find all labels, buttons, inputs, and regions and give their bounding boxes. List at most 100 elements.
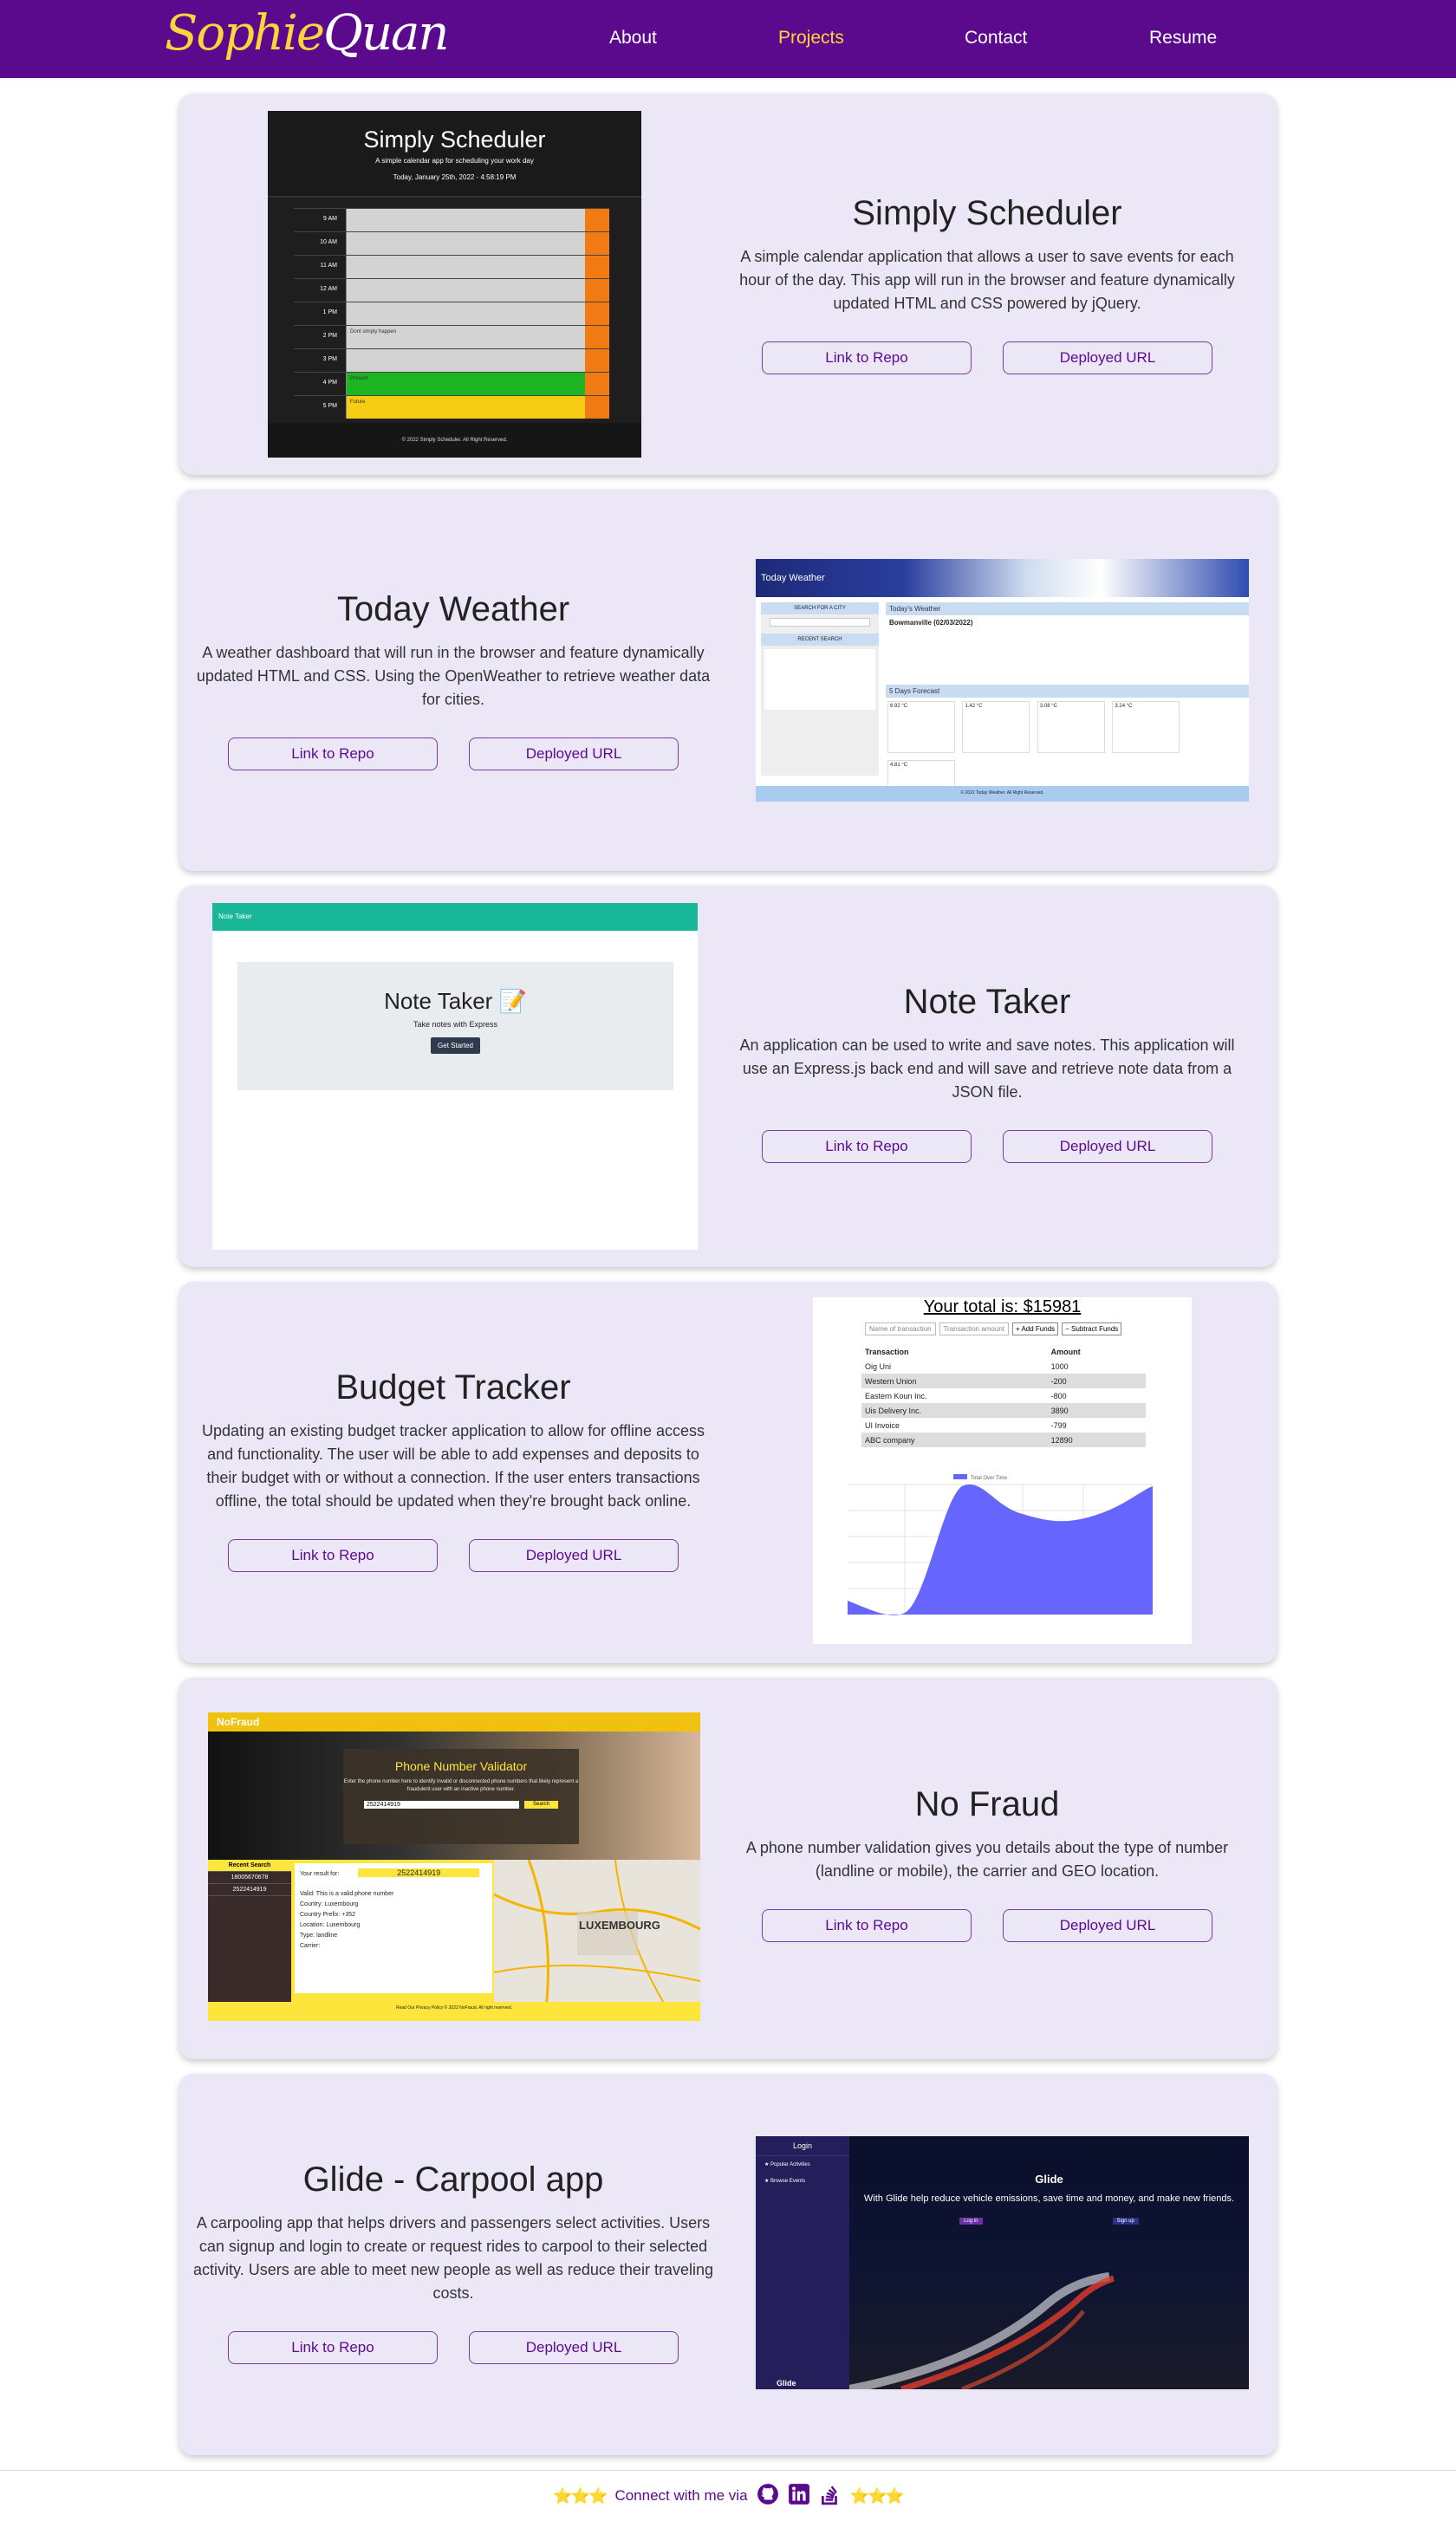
- link-to-repo-button[interactable]: Link to Repo: [228, 737, 438, 770]
- deployed-url-button[interactable]: Deployed URL: [1003, 1130, 1212, 1163]
- forecast-card: 1.42 °C: [962, 701, 1030, 753]
- hour-row: 3 PM: [294, 348, 609, 372]
- forecast-card: 6.92 °C: [887, 701, 955, 753]
- project-title: No Fraud: [914, 1785, 1060, 1823]
- project-screenshot: Your total is: $15981 Name of transactio…: [813, 1297, 1192, 1644]
- forecast-card: 3.08 °C: [1037, 701, 1105, 753]
- save-icon: [585, 326, 609, 348]
- project-description: A simple calendar application that allow…: [739, 248, 1235, 312]
- preview-jumbotron: Note Taker 📝 Take notes with Express Get…: [237, 962, 673, 1090]
- save-icon: [585, 209, 609, 231]
- preview-hero: Glide With Glide help reduce vehicle emi…: [849, 2136, 1249, 2389]
- project-screenshot: Note Taker Note Taker 📝 Take notes with …: [212, 903, 698, 1250]
- project-card-note-taker: Note Taker Note Taker 📝 Take notes with …: [179, 886, 1277, 1267]
- svg-text:LUXEMBOURG: LUXEMBOURG: [579, 1919, 660, 1932]
- preview-brand: NoFraud: [208, 1712, 700, 1732]
- hour-row: 4 PM Present: [294, 372, 609, 395]
- stackoverflow-icon[interactable]: [819, 2483, 842, 2510]
- project-description: A weather dashboard that will run in the…: [196, 644, 711, 708]
- save-icon: [585, 396, 609, 419]
- project-description: An application can be used to write and …: [739, 1036, 1235, 1101]
- chart-area-series: [848, 1484, 1153, 1615]
- project-info: Note Taker An application can be used to…: [727, 983, 1247, 1163]
- preview-modal: Phone Number Validator Enter the phone n…: [343, 1749, 579, 1844]
- preview-footer: Read Our Privacy Policy © 2022 NoFraud. …: [208, 2002, 700, 2021]
- preview-subtitle: A simple calendar app for scheduling you…: [375, 157, 534, 165]
- save-icon: [585, 256, 609, 278]
- hour-row: 11 AM: [294, 255, 609, 278]
- project-card-glide: Glide - Carpool app A carpooling app tha…: [179, 2074, 1277, 2455]
- project-title: Today Weather: [336, 590, 570, 628]
- stars-decoration: ⭐⭐⭐: [849, 2486, 905, 2505]
- site-logo[interactable]: SophieQuan: [165, 5, 449, 62]
- project-title: Simply Scheduler: [852, 194, 1122, 232]
- preview-header: Note Taker: [212, 903, 698, 931]
- preview-main: Today's Weather Bowmanville (02/03/2022)…: [886, 602, 1249, 802]
- top-navbar: SophieQuan About Projects Contact Resume: [0, 0, 1456, 78]
- preview-title: Simply Scheduler: [363, 127, 546, 153]
- project-info: Budget Tracker Updating an existing budg…: [193, 1368, 713, 1572]
- deployed-url-button[interactable]: Deployed URL: [469, 2331, 679, 2364]
- project-description: A phone number validation gives you deta…: [745, 1839, 1229, 1880]
- link-to-repo-button[interactable]: Link to Repo: [762, 1909, 972, 1942]
- star-icon: ★: [764, 2179, 771, 2184]
- save-icon: [585, 373, 609, 395]
- preview-transactions-table: Transaction Amount Oig Uni 1000 Western Un…: [861, 1344, 1146, 1447]
- hour-row: 5 PM Future: [294, 395, 609, 419]
- link-to-repo-button[interactable]: Link to Repo: [228, 2331, 438, 2364]
- nav-link-contact[interactable]: Contact: [965, 28, 1027, 49]
- deployed-url-button[interactable]: Deployed URL: [1003, 341, 1212, 374]
- project-card-budget-tracker: Budget Tracker Updating an existing budg…: [179, 1282, 1277, 1663]
- link-to-repo-button[interactable]: Link to Repo: [762, 1130, 972, 1163]
- github-icon[interactable]: [757, 2483, 779, 2510]
- hour-row: 9 AM: [294, 208, 609, 231]
- hour-row: 10 AM: [294, 231, 609, 255]
- project-card-scheduler: Simply Scheduler A simple calendar app f…: [179, 94, 1277, 475]
- footer-text: Connect with me via: [614, 2487, 748, 2504]
- project-description: A carpooling app that helps drivers and …: [193, 2214, 713, 2302]
- hour-row: 1 PM: [294, 302, 609, 325]
- save-icon: [585, 349, 609, 372]
- link-to-repo-button[interactable]: Link to Repo: [762, 341, 972, 374]
- forecast-card: 3.24 °C: [1112, 701, 1180, 753]
- preview-result: Your result for: 2522414919 Valid: This …: [295, 1863, 492, 1993]
- project-title: Glide - Carpool app: [302, 2160, 604, 2199]
- get-started-button: Get Started: [431, 1037, 480, 1054]
- preview-recent-search: Recent Search 18005670678 2522414919: [208, 1860, 291, 2009]
- hour-row: 12 AM: [294, 278, 609, 302]
- project-info: Today Weather A weather dashboard that w…: [193, 590, 713, 770]
- deployed-url-button[interactable]: Deployed URL: [469, 737, 679, 770]
- project-description: Updating an existing budget tracker appl…: [201, 1422, 705, 1510]
- preview-footer: © 2022 Today Weather. All Right Reserved…: [756, 786, 1249, 802]
- star-icon: ★: [764, 2162, 771, 2167]
- project-card-weather: Today Weather A weather dashboard that w…: [179, 490, 1277, 871]
- project-screenshot: Today Weather SEARCH FOR A CITY RECENT S…: [756, 559, 1249, 802]
- project-screenshot: Simply Scheduler A simple calendar app f…: [268, 111, 641, 458]
- preview-total: Your total is: $15981: [923, 1297, 1082, 1316]
- hour-rows: 9 AM 10 AM 11 AM 12 AM 1 PM 2 PM Dont sim…: [268, 198, 641, 419]
- stars-decoration: ⭐⭐⭐: [553, 2486, 608, 2505]
- preview-area-chart: Total Over Time: [848, 1474, 1153, 1615]
- preview-inputs: Name of transaction Transaction amount +…: [865, 1322, 1192, 1335]
- link-to-repo-button[interactable]: Link to Repo: [228, 1539, 438, 1572]
- nav-link-projects[interactable]: Projects: [778, 28, 844, 49]
- save-icon: [585, 302, 609, 325]
- preview-date: Today, January 25th, 2022 - 4:58:19 PM: [393, 173, 517, 181]
- nav-link-about[interactable]: About: [609, 28, 657, 49]
- page-footer: ⭐⭐⭐ Connect with me via ⭐⭐⭐: [0, 2470, 1456, 2521]
- preview-sidebar: Login ★ Popular Activities ★ Browse Even…: [756, 2136, 849, 2389]
- preview-footer: © 2022 Simply Scheduler. All Right Reser…: [268, 423, 641, 458]
- deployed-url-button[interactable]: Deployed URL: [1003, 1909, 1212, 1942]
- project-title: Note Taker: [903, 983, 1071, 1021]
- nav-link-resume[interactable]: Resume: [1149, 28, 1217, 49]
- hour-row: 2 PM Dont simply happen: [294, 325, 609, 348]
- project-info: Glide - Carpool app A carpooling app tha…: [193, 2160, 713, 2364]
- deployed-url-button[interactable]: Deployed URL: [469, 1539, 679, 1572]
- project-screenshot: Login ★ Popular Activities ★ Browse Even…: [756, 2136, 1249, 2389]
- chart-legend-label: Total Over Time: [971, 1476, 1008, 1481]
- save-icon: [585, 232, 609, 255]
- save-icon: [585, 279, 609, 302]
- project-title: Budget Tracker: [335, 1368, 571, 1407]
- linkedin-icon[interactable]: [788, 2483, 810, 2510]
- project-info: No Fraud A phone number validation gives…: [727, 1785, 1247, 1942]
